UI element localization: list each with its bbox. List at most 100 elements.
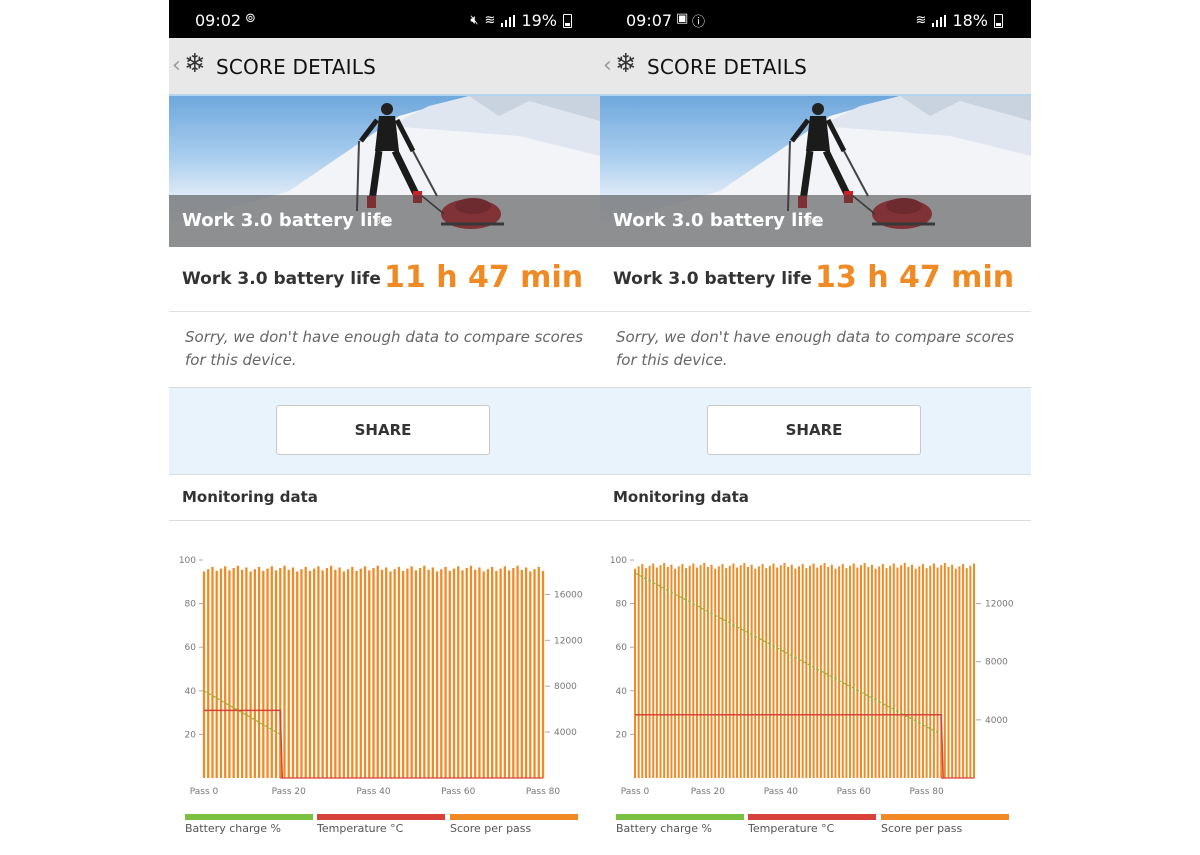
score-bar: [245, 567, 248, 778]
status-time: 09:07: [626, 11, 673, 30]
score-bar: [885, 568, 888, 778]
score-bar: [512, 568, 515, 778]
score-bar: [794, 568, 797, 778]
score-bar: [743, 562, 746, 778]
score-bar: [736, 567, 739, 778]
score-bar: [663, 562, 666, 778]
hero-title: Work 3.0 battery life: [182, 210, 393, 231]
score-bar: [852, 563, 855, 778]
score-bar: [754, 568, 757, 778]
score-bar: [805, 568, 808, 778]
score-bar: [418, 568, 422, 778]
score-bar: [849, 565, 852, 778]
hero-banner: Work 3.0 battery life 3.0: [600, 96, 1031, 247]
score-bar: [529, 571, 532, 778]
score-bar: [520, 569, 523, 778]
score-bar: [863, 562, 866, 778]
share-button[interactable]: SHARE: [707, 405, 921, 455]
y-right-tick-label: 4000: [554, 728, 577, 738]
score-bar: [692, 563, 695, 778]
phone-screen-left: 09:02 ⊚ 🔇︎ ≋ 19% ‹ ❄ SCORE DETAILS Work …: [169, 0, 600, 855]
monitoring-chart-area: 100 80 60 40 20 12000 8000 4000 Pass 0 Pass 20 Pas…: [600, 521, 1031, 855]
score-bar: [962, 564, 965, 778]
score-bar: [427, 569, 430, 778]
score-bar: [674, 568, 677, 778]
score-bar: [750, 564, 753, 778]
y-left-tick-label: 40: [616, 687, 628, 697]
score-bar: [321, 570, 324, 778]
score-bar: [253, 569, 257, 778]
score-bar: [266, 568, 269, 778]
legend-swatch-battery: [185, 814, 313, 820]
mute-icon: 🔇︎: [470, 13, 479, 28]
score-bar: [765, 568, 768, 778]
score-bar: [219, 568, 223, 778]
score-bar: [965, 568, 968, 778]
score-bar: [728, 565, 731, 778]
y-left-tick-label: 60: [616, 643, 628, 653]
score-bar: [486, 569, 490, 778]
score-bar: [249, 571, 252, 778]
score-bar: [695, 567, 698, 778]
score-bar: [313, 568, 316, 778]
score-bar: [768, 565, 771, 778]
y-left-tick-label: 40: [185, 687, 197, 697]
score-bar: [410, 566, 413, 778]
legend-swatch-score: [450, 814, 578, 820]
score-bar: [911, 564, 914, 778]
score-bar: [929, 565, 932, 778]
score-bar: [856, 567, 859, 778]
battery-percent: 18%: [952, 11, 988, 30]
legend-label-score: Score per pass: [881, 822, 963, 835]
score-bar: [465, 568, 468, 778]
score-bar: [291, 567, 295, 778]
score-bar: [644, 568, 647, 778]
info-icon: ⓘ: [692, 15, 706, 30]
comparison-note: Sorry, we don't have enough data to comp…: [185, 328, 584, 369]
score-bar: [725, 568, 728, 778]
page-title: SCORE DETAILS: [216, 55, 377, 79]
score-bar: [954, 568, 957, 778]
score-bar: [346, 569, 350, 778]
score-bar: [808, 565, 811, 778]
status-bar: 09:02 ⊚ 🔇︎ ≋ 19%: [169, 0, 600, 38]
score-bar: [296, 571, 299, 778]
x-tick-label: Pass 80: [526, 787, 561, 797]
signal-icon: [932, 14, 947, 27]
score-bar: [283, 565, 286, 778]
y-left-tick-label: 60: [185, 643, 197, 653]
y-left-tick-label: 20: [185, 730, 197, 740]
score-bar: [659, 565, 662, 778]
y-right-tick-label: 16000: [554, 590, 583, 600]
score-bar: [380, 569, 384, 778]
score-bar: [874, 568, 877, 778]
score-bar: [655, 567, 658, 778]
monitoring-title: Monitoring data: [613, 488, 749, 506]
header-bar: ‹ ❄ SCORE DETAILS: [169, 38, 600, 96]
score-bar: [903, 562, 906, 778]
score-bar: [717, 566, 720, 778]
score-bar: [516, 565, 519, 778]
y-right-tick-label: 12000: [554, 636, 583, 646]
score-bar: [761, 564, 764, 778]
share-button[interactable]: SHARE: [276, 405, 490, 455]
score-bar: [342, 571, 345, 778]
score-bar: [838, 566, 841, 778]
score-bar: [224, 566, 227, 778]
score-bar: [448, 570, 451, 778]
back-chevron-icon[interactable]: ‹: [172, 53, 181, 78]
wifi-icon: ≋: [484, 13, 496, 28]
score-bar: [925, 568, 928, 778]
score-bar: [499, 568, 502, 778]
score-bar: [287, 569, 290, 778]
score-bar: [317, 566, 320, 778]
score-bar: [634, 568, 636, 778]
back-chevron-icon[interactable]: ‹: [603, 53, 612, 78]
score-bar: [827, 566, 830, 778]
score-bar: [881, 564, 884, 778]
score-bar: [801, 564, 804, 778]
score-bar: [900, 565, 903, 778]
battery-icon: [994, 13, 1003, 28]
hero-title: Work 3.0 battery life: [613, 210, 824, 231]
score-bar: [368, 570, 371, 778]
